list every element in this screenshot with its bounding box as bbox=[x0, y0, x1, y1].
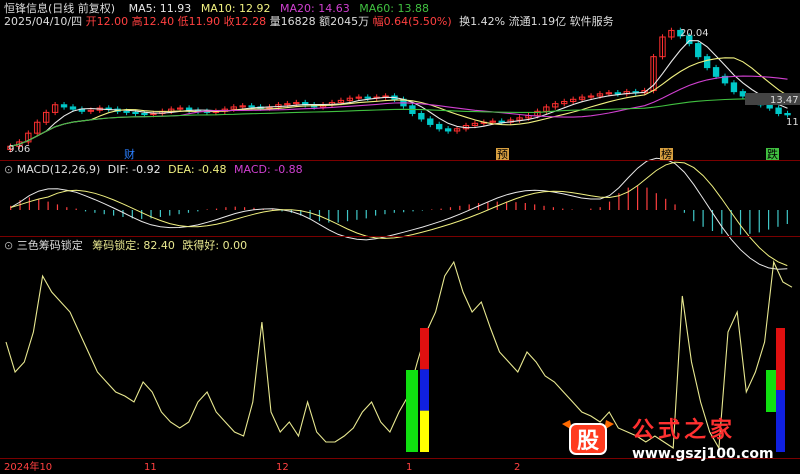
ma60-line bbox=[10, 98, 788, 147]
svg-text:股: 股 bbox=[577, 429, 599, 454]
candle-body bbox=[739, 91, 747, 97]
candle-body bbox=[712, 67, 720, 77]
candle-body bbox=[614, 92, 622, 95]
time-axis-label: 12 bbox=[276, 462, 289, 473]
chip-bar-segment bbox=[406, 370, 418, 452]
trough-price-label: 9.06 bbox=[8, 144, 31, 155]
collapse-icon[interactable]: ⊙ bbox=[4, 163, 13, 176]
indicator-name: 三色筹码锁定 bbox=[16, 239, 83, 252]
candle-body bbox=[784, 112, 791, 116]
peak-price-label: 20.04 bbox=[680, 28, 709, 39]
collapse-icon[interactable]: ⊙ bbox=[4, 239, 13, 252]
indicator-header: ⊙ 三色筹码锁定 筹码锁定: 82.40 跌得好: 0.00 bbox=[4, 239, 247, 252]
time-axis-label: 1 bbox=[406, 462, 413, 473]
panel-divider-2 bbox=[0, 236, 800, 237]
time-axis-label: 11 bbox=[144, 462, 157, 473]
macd-dif: DIF: -0.92 bbox=[107, 163, 161, 176]
chip-bar-segment bbox=[420, 328, 429, 370]
candle-body bbox=[123, 110, 130, 113]
candle-body bbox=[427, 118, 434, 125]
candle-body bbox=[141, 112, 148, 116]
last-level-label: 13.47 bbox=[770, 95, 799, 106]
candle-body bbox=[60, 104, 68, 108]
indicator-lock: 筹码锁定: 82.40 bbox=[92, 239, 175, 252]
candle-body bbox=[418, 112, 425, 120]
candle-body bbox=[775, 107, 782, 114]
indicator-good: 跌得好: 0.00 bbox=[182, 239, 248, 252]
chip-bar-segment bbox=[766, 370, 776, 412]
candle-body bbox=[69, 106, 77, 110]
time-axis-label: 2 bbox=[514, 462, 521, 473]
watermark-title: 公式之家 bbox=[632, 418, 737, 443]
candle-body bbox=[248, 105, 255, 108]
candle-body bbox=[132, 111, 139, 114]
macd-dea: DEA: -0.48 bbox=[168, 163, 227, 176]
panel-divider-1 bbox=[0, 160, 800, 161]
candle-body bbox=[703, 56, 711, 69]
candle-body bbox=[444, 128, 452, 132]
time-axis-label: 2024年10 bbox=[4, 462, 53, 473]
chip-bar-segment bbox=[776, 328, 785, 390]
last-low-label: 11 bbox=[786, 117, 799, 128]
candle-body bbox=[498, 120, 505, 123]
chip-bar-segment bbox=[776, 390, 785, 452]
macd-header: ⊙ MACD(12,26,9) DIF: -0.92 DEA: -0.48 MA… bbox=[4, 163, 303, 176]
macd-name: MACD(12,26,9) bbox=[16, 163, 101, 176]
macd-value: MACD: -0.88 bbox=[234, 163, 303, 176]
chip-bar-segment bbox=[420, 410, 429, 452]
chip-bar-segment bbox=[420, 369, 429, 411]
watermark-url: www.gszj100.com bbox=[632, 446, 774, 462]
candle-body bbox=[695, 43, 702, 58]
candle-body bbox=[364, 96, 371, 99]
candle-body bbox=[436, 123, 443, 130]
candle-body bbox=[730, 82, 738, 93]
watermark-logo: 股 bbox=[558, 418, 618, 458]
ma10-line bbox=[10, 57, 788, 147]
